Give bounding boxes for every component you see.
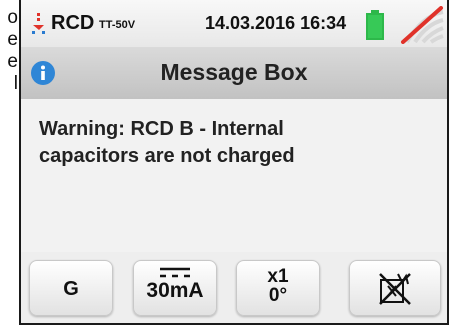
status-bar: RCD TT-50V 14.03.2016 16:34 bbox=[21, 0, 447, 47]
battery-icon bbox=[366, 10, 384, 40]
manual-side-text: o e e l bbox=[0, 0, 20, 160]
rated-current-key[interactable]: 30mA bbox=[133, 260, 217, 316]
message-box-title-bar: Message Box bbox=[21, 47, 447, 99]
system-type-label: TT-50V bbox=[99, 19, 136, 31]
function-label: RCD bbox=[51, 12, 95, 34]
autotest-disabled-key[interactable] bbox=[349, 260, 441, 316]
date-time: 14.03.2016 16:34 bbox=[205, 13, 347, 33]
side-text-line: e bbox=[7, 51, 18, 72]
warning-message: Warning: RCD B - Internal capacitors are… bbox=[39, 116, 439, 170]
side-text-line: e bbox=[7, 29, 18, 50]
warning-line-1: Warning: RCD B - Internal bbox=[39, 118, 284, 140]
dc-current-icon bbox=[160, 267, 190, 278]
softkey-bar: G 30mA x1 0° bbox=[21, 252, 447, 323]
side-text-line: o bbox=[7, 7, 18, 28]
wireless-disabled-icon bbox=[401, 6, 444, 44]
rated-current-value: 30mA bbox=[146, 279, 204, 302]
test-type-g-key[interactable]: G bbox=[29, 260, 113, 316]
rcd-icon bbox=[32, 13, 45, 34]
phase-value: 0° bbox=[268, 285, 288, 306]
instrument-screen: RCD TT-50V 14.03.2016 16:34 Message Box … bbox=[19, 0, 449, 325]
warning-line-2: capacitors are not charged bbox=[39, 145, 295, 167]
test-type-g-label: G bbox=[63, 278, 79, 300]
multiplier-value: x1 bbox=[267, 266, 289, 287]
crossed-out-autotest-icon bbox=[379, 273, 411, 305]
message-box-title: Message Box bbox=[160, 59, 308, 85]
multiplier-phase-key[interactable]: x1 0° bbox=[236, 260, 320, 316]
side-text-line: l bbox=[13, 73, 18, 94]
